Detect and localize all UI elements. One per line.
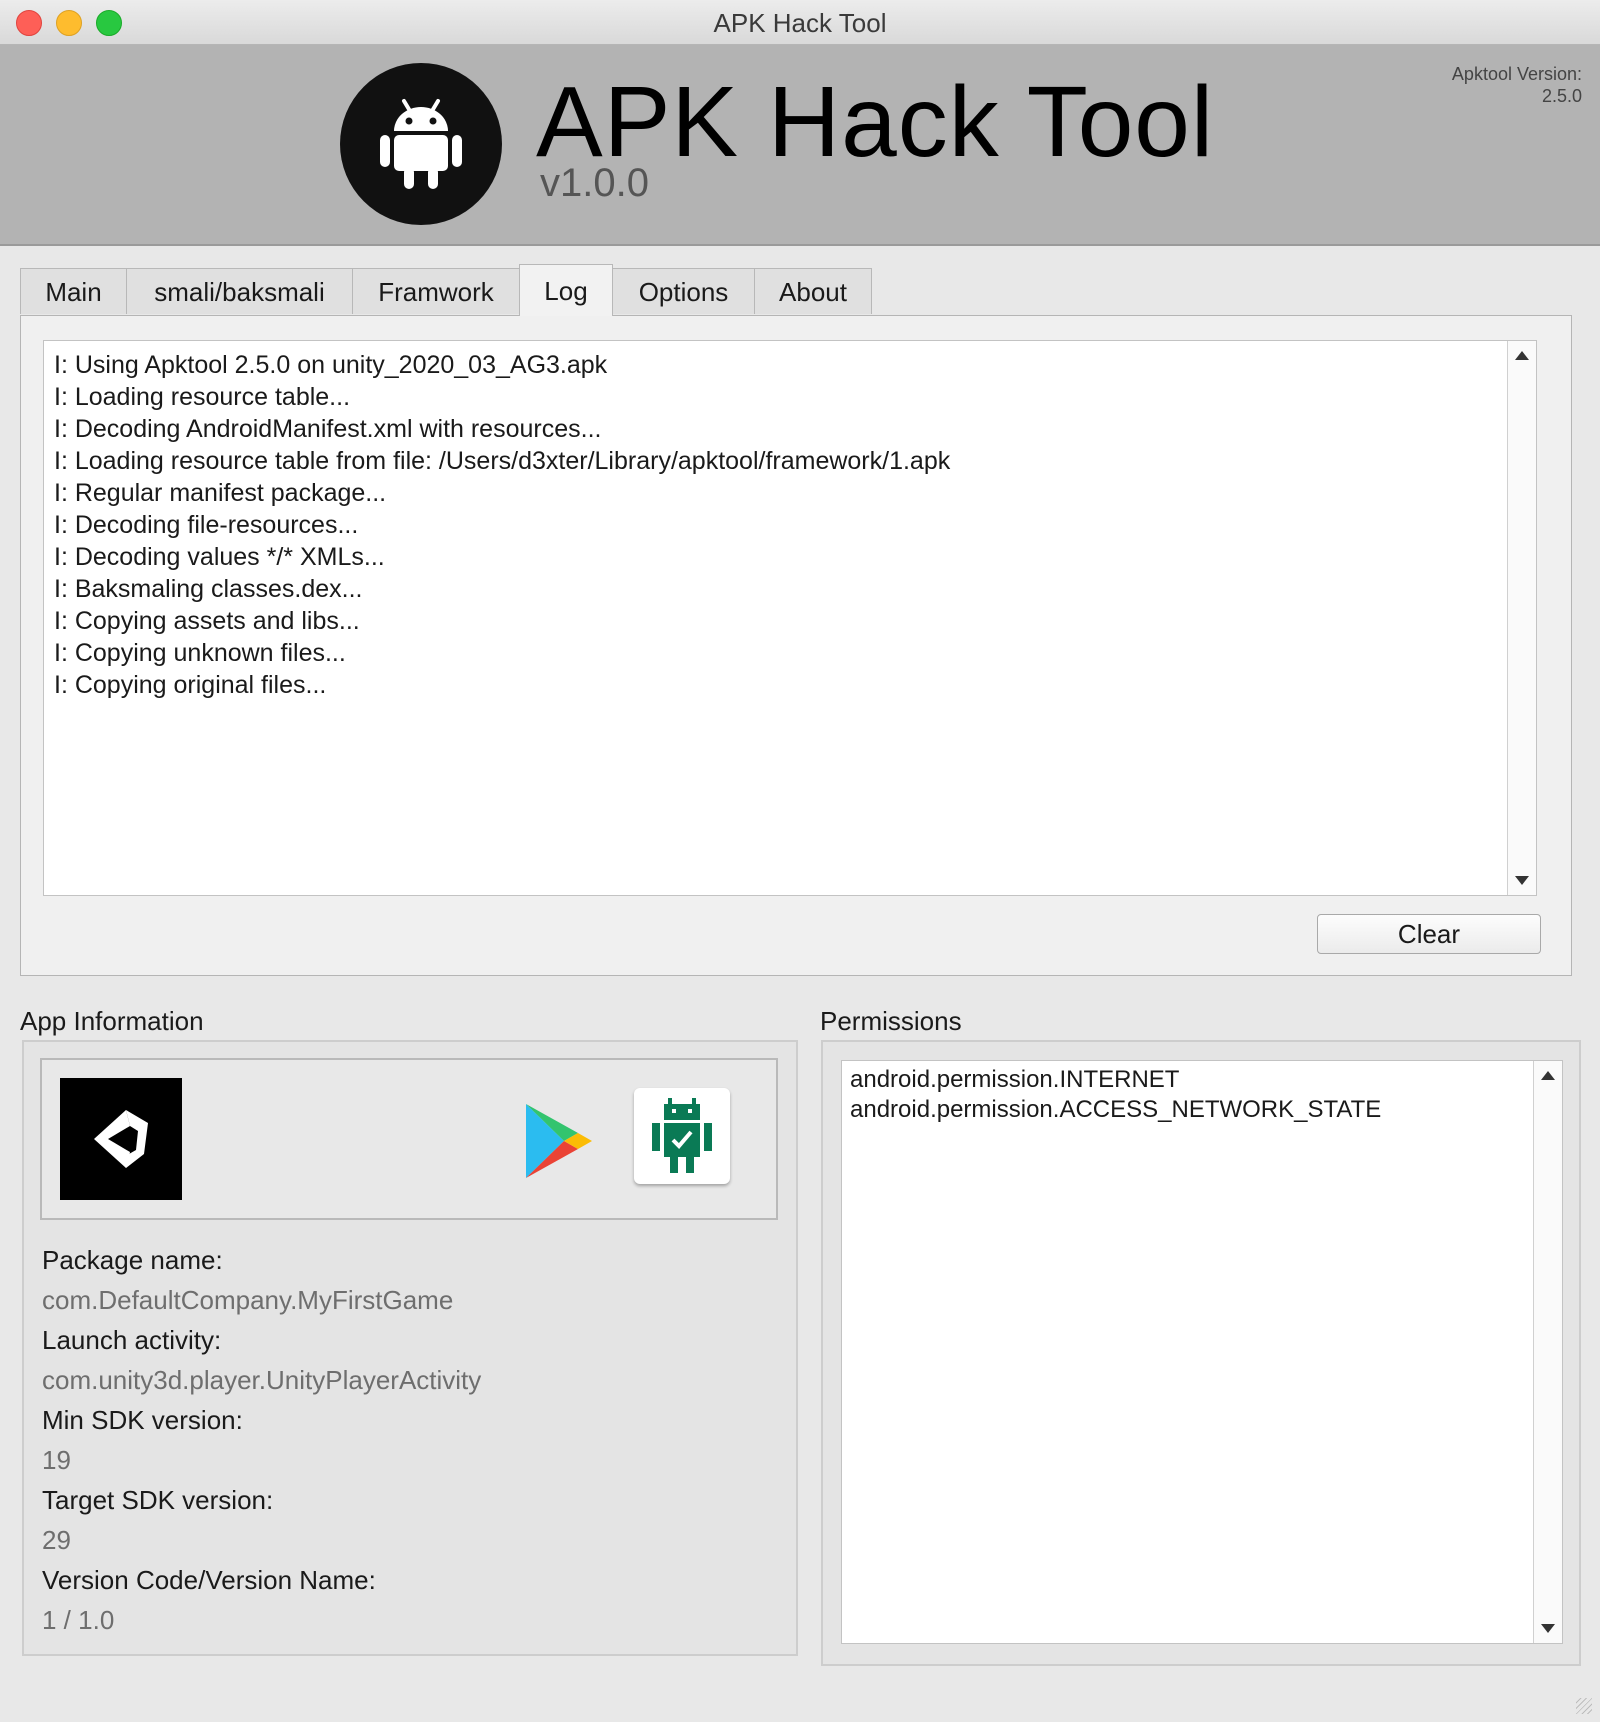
permissions-list[interactable]: android.permission.INTERNET android.perm… <box>841 1060 1563 1644</box>
resize-grip-icon[interactable] <box>1576 1698 1592 1714</box>
target-sdk-label: Target SDK version: <box>42 1485 274 1515</box>
permission-item: android.permission.INTERNET <box>850 1066 1180 1093</box>
scroll-down-arrow-icon[interactable] <box>1541 1624 1555 1633</box>
app-information-panel: Package name: com.DefaultCompany.MyFirst… <box>22 1040 798 1656</box>
clear-log-button[interactable]: Clear <box>1317 914 1541 954</box>
log-line: I: Decoding values */* XMLs... <box>54 543 385 571</box>
tab-framework[interactable]: Framwork <box>352 268 520 314</box>
apktool-version-info: Apktool Version: 2.5.0 <box>1452 63 1582 107</box>
log-line: I: Baksmaling classes.dex... <box>54 575 363 603</box>
app-information-heading: App Information <box>20 1006 204 1036</box>
title-bar: APK Hack Tool <box>0 0 1600 45</box>
log-line: I: Loading resource table from file: /Us… <box>54 447 951 475</box>
log-tab-panel: I: Using Apktool 2.5.0 on unity_2020_03_… <box>20 315 1572 976</box>
unity-icon <box>60 1078 182 1200</box>
log-line: I: Loading resource table... <box>54 383 351 411</box>
tab-log[interactable]: Log <box>519 264 613 316</box>
app-version-label: v1.0.0 <box>540 161 649 205</box>
scroll-up-arrow-icon[interactable] <box>1541 1071 1555 1080</box>
target-sdk-value: 29 <box>42 1525 71 1555</box>
log-output-textarea[interactable]: I: Using Apktool 2.5.0 on unity_2020_03_… <box>43 340 1537 896</box>
log-line: I: Using Apktool 2.5.0 on unity_2020_03_… <box>54 351 608 379</box>
log-line: I: Decoding AndroidManifest.xml with res… <box>54 415 602 443</box>
permission-item: android.permission.ACCESS_NETWORK_STATE <box>850 1096 1382 1123</box>
permissions-lines: android.permission.INTERNET android.perm… <box>850 1065 1381 1125</box>
log-scrollbar[interactable] <box>1507 341 1536 895</box>
package-name-value: com.DefaultCompany.MyFirstGame <box>42 1285 454 1315</box>
scroll-down-arrow-icon[interactable] <box>1515 876 1529 885</box>
google-play-icon <box>522 1102 594 1185</box>
version-label: Version Code/Version Name: <box>42 1565 376 1595</box>
log-line: I: Copying assets and libs... <box>54 607 360 635</box>
app-window: APK Hack Tool APK Hack Tool v1.0.0 Apkto… <box>0 0 1600 1722</box>
tab-options[interactable]: Options <box>612 268 755 314</box>
launch-activity-label: Launch activity: <box>42 1325 222 1355</box>
permissions-scrollbar[interactable] <box>1533 1061 1562 1643</box>
package-name-label: Package name: <box>42 1245 223 1275</box>
permissions-heading: Permissions <box>820 1006 962 1036</box>
tab-about[interactable]: About <box>754 268 872 314</box>
log-line: I: Regular manifest package... <box>54 479 387 507</box>
min-sdk-label: Min SDK version: <box>42 1405 243 1435</box>
app-info-list: Package name: com.DefaultCompany.MyFirst… <box>42 1242 481 1642</box>
scroll-up-arrow-icon[interactable] <box>1515 351 1529 360</box>
apktool-version-value: 2.5.0 <box>1541 86 1582 106</box>
android-app-icon <box>634 1088 730 1184</box>
tab-main[interactable]: Main <box>20 268 127 314</box>
apktool-version-label: Apktool Version: <box>1451 64 1582 84</box>
log-lines: I: Using Apktool 2.5.0 on unity_2020_03_… <box>54 349 1496 701</box>
window-title: APK Hack Tool <box>713 8 887 38</box>
log-line: I: Copying unknown files... <box>54 639 346 667</box>
log-line: I: Copying original files... <box>54 671 327 699</box>
app-icons-row <box>40 1058 778 1220</box>
version-value: 1 / 1.0 <box>42 1605 115 1635</box>
log-line: I: Decoding file-resources... <box>54 511 359 539</box>
header-banner: APK Hack Tool v1.0.0 Apktool Version: 2.… <box>0 45 1600 246</box>
tab-smali-baksmali[interactable]: smali/baksmali <box>126 268 353 314</box>
android-robot-icon <box>340 63 502 225</box>
min-sdk-value: 19 <box>42 1445 71 1475</box>
launch-activity-value: com.unity3d.player.UnityPlayerActivity <box>42 1365 482 1395</box>
permissions-panel: android.permission.INTERNET android.perm… <box>821 1040 1581 1666</box>
